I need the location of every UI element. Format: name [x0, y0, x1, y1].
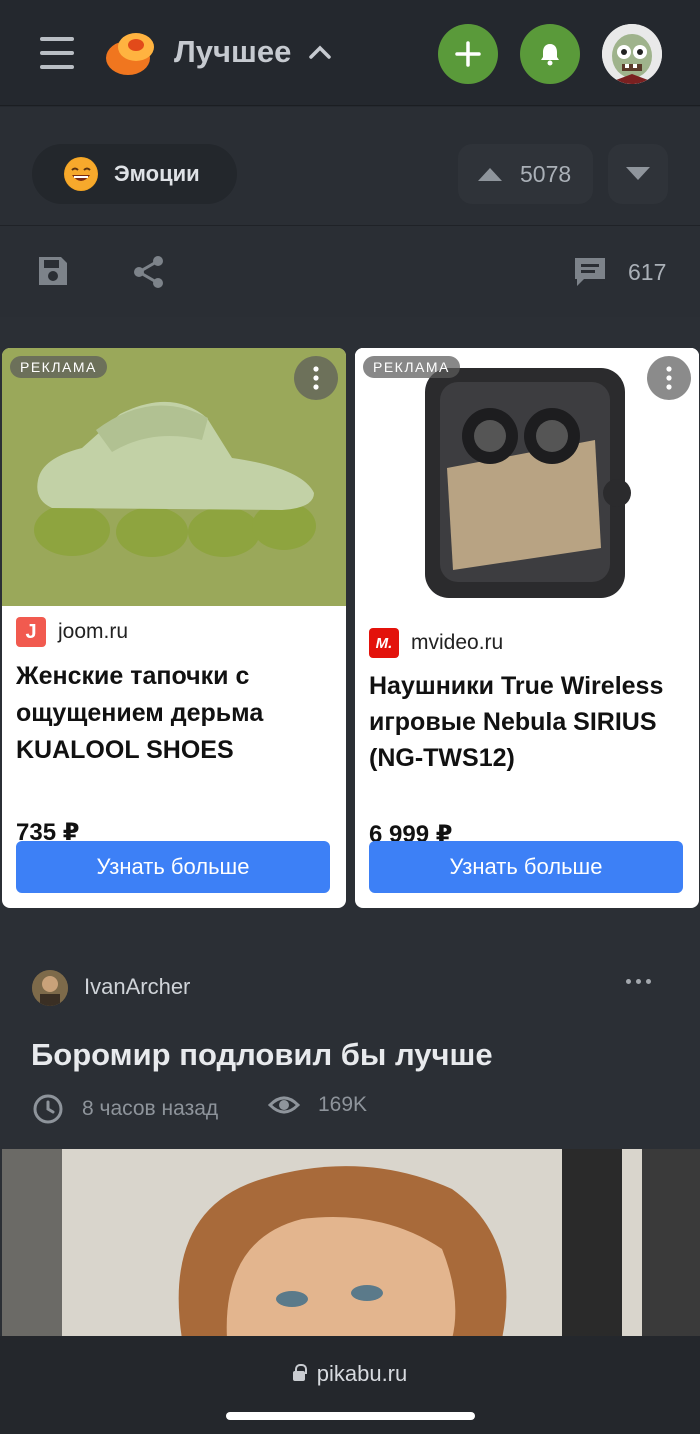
more-options-icon[interactable] [647, 356, 691, 400]
eye-icon [268, 1096, 300, 1114]
tag-chip[interactable]: Эмоции [32, 144, 237, 204]
ad-block: РЕКЛАМА J joom.ru Женские тапочки с ощущ… [0, 317, 700, 941]
post-views-count: 169K [318, 1093, 368, 1116]
pikabu-logo[interactable] [103, 28, 157, 78]
bell-icon [541, 44, 559, 66]
ad-domain-text: joom.ru [58, 620, 129, 643]
ad-domain[interactable]: M. mvideo.ru [369, 628, 503, 658]
url-text: pikabu.ru [316, 1361, 408, 1386]
post-views: 169K [268, 1093, 367, 1117]
more-options-icon[interactable] [626, 979, 651, 984]
tag-label: Эмоции [114, 161, 200, 186]
mvideo-favicon-icon: M. [369, 628, 399, 658]
ad-title[interactable]: Наушники True Wireless игровые Nebula SI… [369, 668, 689, 776]
laughing-emoji-icon [64, 157, 98, 191]
joom-favicon-icon: J [16, 617, 46, 647]
arrow-up-icon [478, 168, 502, 181]
ad-image-earbuds[interactable] [355, 348, 699, 606]
lock-icon [292, 1364, 307, 1381]
user-avatar[interactable] [602, 24, 662, 84]
divider [0, 225, 700, 226]
comments-count: 617 [628, 258, 667, 285]
notifications-button[interactable] [520, 24, 580, 84]
post-header-block: Эмоции 5078 617 [0, 107, 700, 317]
clock-icon [33, 1094, 63, 1124]
post-time-text: 8 часов назад [82, 1097, 219, 1120]
downvote-button[interactable] [608, 144, 668, 204]
author-name[interactable]: IvanArcher [84, 974, 190, 1000]
upvote-button[interactable]: 5078 [458, 144, 593, 204]
learn-more-button[interactable]: Узнать больше [16, 841, 330, 893]
section-title[interactable]: Лучшее [174, 34, 291, 70]
home-indicator[interactable] [226, 1412, 475, 1420]
rating-count: 5078 [520, 160, 572, 187]
comments-button[interactable]: 617 [572, 255, 666, 289]
browser-address-bar: pikabu.ru [0, 1336, 700, 1434]
plus-icon [455, 41, 481, 67]
share-icon[interactable] [132, 255, 166, 289]
ad-title[interactable]: Женские тапочки с ощущением дерьма KUALO… [16, 658, 336, 769]
arrow-down-icon [626, 167, 650, 180]
learn-more-button[interactable]: Узнать больше [369, 841, 683, 893]
ad-label: РЕКЛАМА [10, 356, 107, 378]
menu-icon[interactable] [40, 36, 76, 70]
post-time: 8 часов назад [32, 1093, 218, 1125]
ad-card[interactable]: РЕКЛАМА J joom.ru Женские тапочки с ощущ… [2, 348, 346, 908]
save-icon[interactable] [36, 254, 70, 288]
add-post-button[interactable] [438, 24, 498, 84]
ad-label: РЕКЛАМА [363, 356, 460, 378]
top-nav-bar: Лучшее [0, 0, 700, 106]
more-options-icon[interactable] [294, 356, 338, 400]
post-image[interactable] [2, 1149, 700, 1339]
post-title[interactable]: Боромир подловил бы лучше [31, 1037, 493, 1073]
comment-icon [575, 258, 605, 286]
ad-card[interactable]: РЕКЛАМА M. mvideo.ru Наушники True Wirel… [355, 348, 699, 908]
author-avatar[interactable] [32, 970, 68, 1006]
chevron-up-icon[interactable] [309, 44, 331, 60]
ad-image-slipper[interactable] [2, 348, 346, 606]
ad-domain[interactable]: J joom.ru [16, 617, 128, 647]
ad-domain-text: mvideo.ru [411, 631, 504, 654]
address-field[interactable]: pikabu.ru [0, 1361, 700, 1387]
